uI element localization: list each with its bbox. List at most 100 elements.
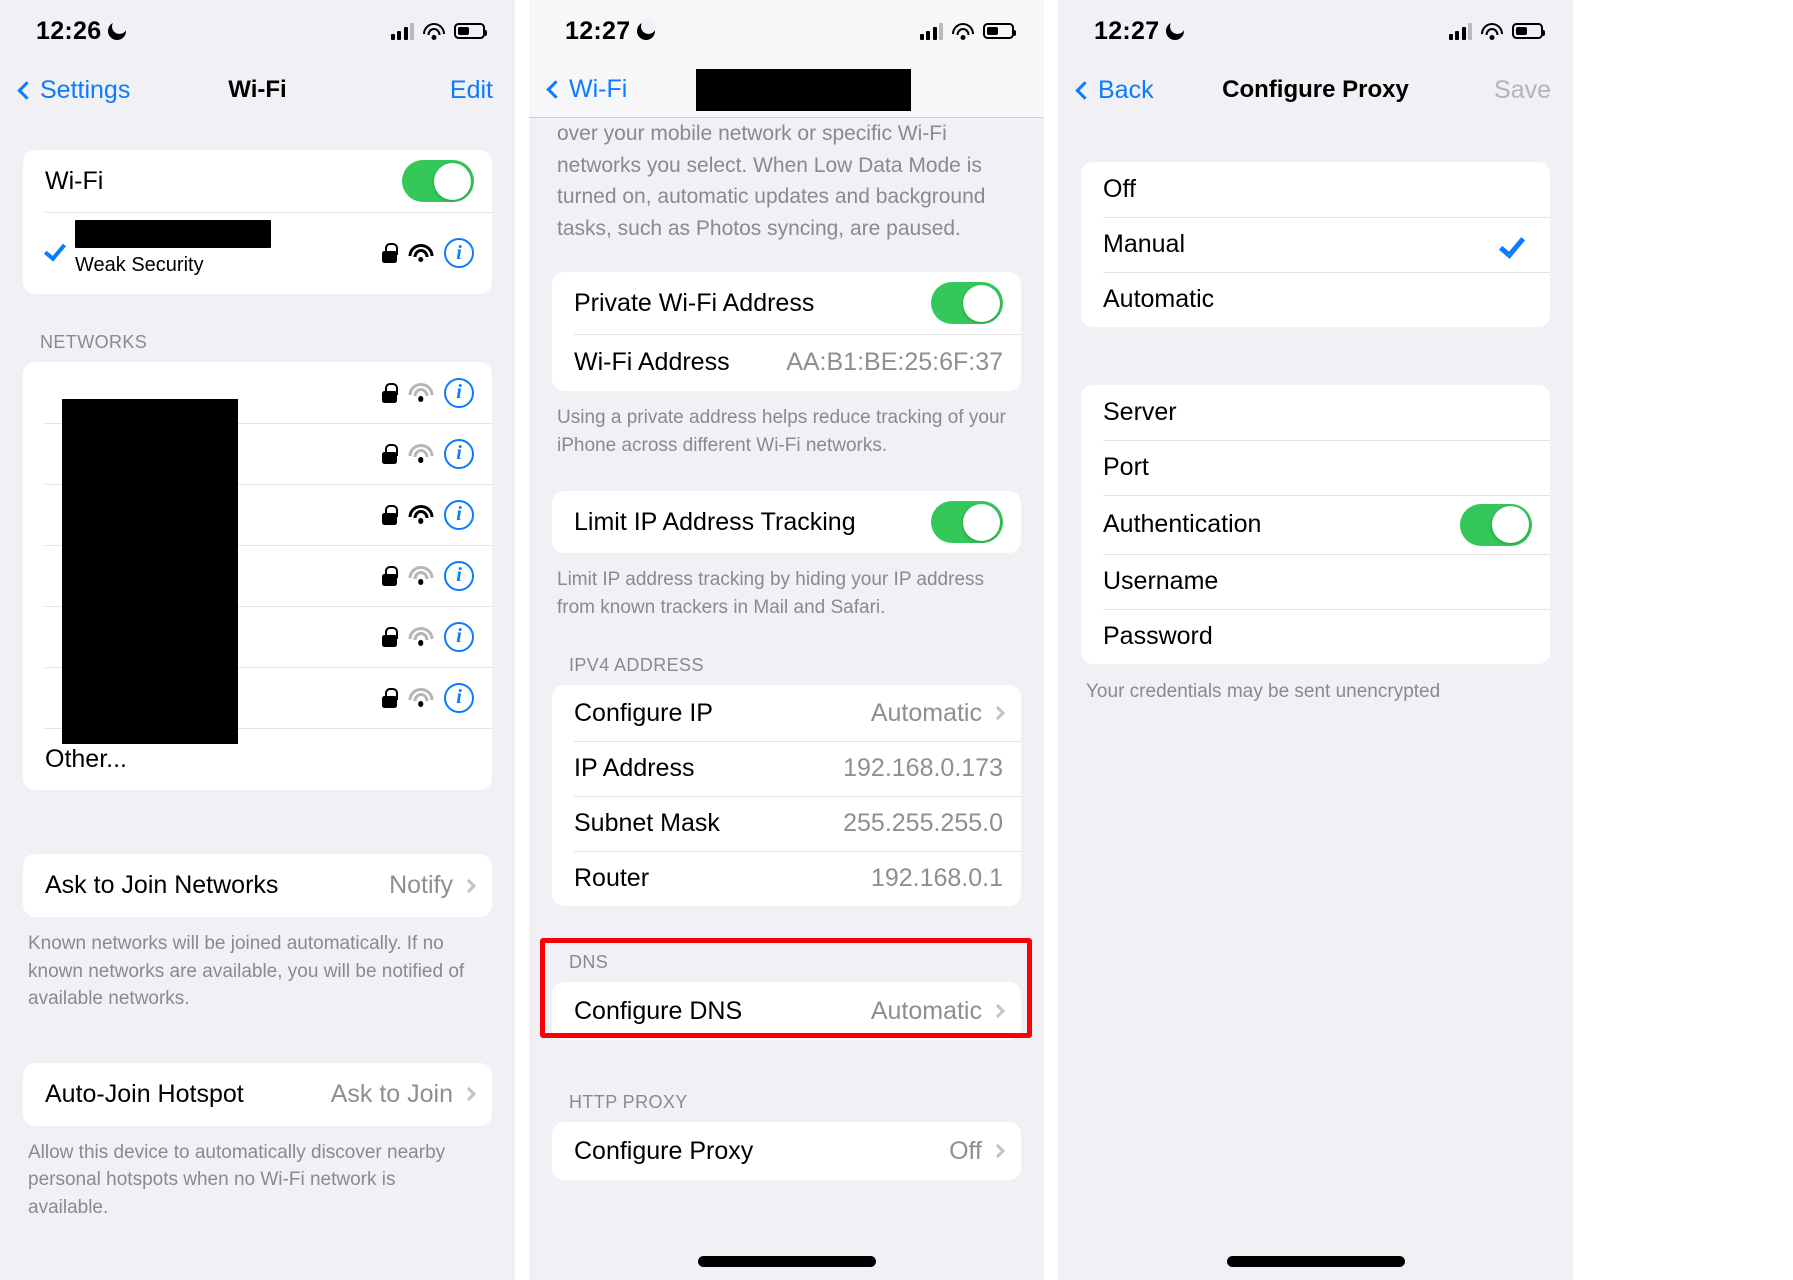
proxy-mode-group: Off Manual Automatic: [1081, 162, 1550, 327]
wifi-toggle-row[interactable]: Wi-Fi: [23, 150, 492, 212]
port-field-row[interactable]: Port: [1081, 440, 1550, 495]
cellular-bars-icon: [390, 22, 414, 40]
info-icon[interactable]: i: [444, 560, 474, 591]
proxy-fields-group: Server Port Authentication Username Pass…: [1081, 385, 1550, 664]
limit-ip-tracking-row[interactable]: Limit IP Address Tracking: [552, 491, 1021, 553]
info-icon[interactable]: i: [444, 682, 474, 713]
chevron-right-icon: [461, 878, 477, 893]
back-button-label: Wi-Fi: [569, 75, 628, 103]
configure-ip-row[interactable]: Configure IP Automatic: [552, 685, 1021, 741]
dns-section-header: DNS: [569, 952, 609, 973]
scroll-content: over your mobile network or specific Wi-…: [529, 118, 1044, 1280]
back-button-label: Settings: [40, 75, 131, 104]
configure-proxy-value: Off: [949, 1136, 982, 1165]
port-field-label: Port: [1103, 453, 1149, 481]
cellular-bars-icon: [919, 22, 943, 40]
home-indicator: [1226, 1256, 1405, 1267]
ask-to-join-row[interactable]: Ask to Join Networks Notify: [23, 854, 492, 917]
auto-join-hotspot-label: Auto-Join Hotspot: [45, 1079, 244, 1108]
nav-bar: Settings Wi-Fi Edit: [0, 62, 515, 118]
wifi-address-label: Wi-Fi Address: [574, 348, 730, 376]
chevron-right-icon: [990, 1144, 1006, 1159]
nav-bar: Back Configure Proxy Save: [1058, 62, 1573, 118]
ip-address-value: 192.168.0.173: [843, 754, 1003, 783]
http-proxy-group: Configure Proxy Off: [552, 1122, 1021, 1181]
battery-icon: [454, 23, 487, 39]
back-button-wifi[interactable]: Wi-Fi: [543, 75, 627, 104]
back-button[interactable]: Back: [1072, 76, 1154, 105]
auto-join-hotspot-footnote: Allow this device to automatically disco…: [28, 1141, 446, 1218]
authentication-row[interactable]: Authentication: [1081, 495, 1550, 554]
chevron-right-icon: [990, 706, 1006, 721]
network-names-redaction: [62, 399, 238, 744]
status-bar-left: 12:27: [565, 17, 657, 46]
wifi-toggle[interactable]: [402, 160, 474, 202]
info-icon[interactable]: i: [444, 499, 474, 530]
status-bar-right: [1448, 22, 1545, 40]
ip-address-row: IP Address 192.168.0.173: [552, 741, 1021, 796]
configure-proxy-row[interactable]: Configure Proxy Off: [552, 1122, 1021, 1180]
cellular-bars-icon: [1448, 22, 1472, 40]
ask-to-join-footnote: Known networks will be joined automatica…: [28, 933, 465, 1010]
status-bar: 12:27: [1058, 0, 1573, 62]
configure-dns-row[interactable]: Configure DNS Automatic: [552, 982, 1021, 1040]
info-icon[interactable]: i: [444, 377, 474, 408]
dns-group: Configure DNS Automatic: [552, 982, 1021, 1041]
panel-wifi-list: 12:26 Settings Wi-Fi Edit Wi-Fi Weak Sec…: [0, 0, 515, 1280]
status-bar-right: [390, 22, 487, 40]
proxy-mode-off-label: Off: [1103, 175, 1136, 203]
checkmark-icon: [43, 238, 67, 262]
configure-ip-label: Configure IP: [574, 698, 713, 727]
lock-icon: [382, 443, 398, 464]
nav-bar: Wi-Fi: [529, 62, 1044, 118]
wifi-icon: [423, 22, 445, 40]
lock-icon: [382, 382, 398, 403]
auto-join-hotspot-row[interactable]: Auto-Join Hotspot Ask to Join: [23, 1063, 492, 1126]
router-label: Router: [574, 864, 650, 893]
edit-button[interactable]: Edit: [450, 76, 493, 105]
ask-to-join-group: Ask to Join Networks Notify: [23, 854, 492, 917]
wifi-address-row: Wi-Fi Address AA:B1:BE:25:6F:37: [552, 334, 1021, 391]
save-button[interactable]: Save: [1494, 76, 1551, 105]
lock-icon: [382, 626, 398, 647]
ask-to-join-label: Ask to Join Networks: [45, 871, 279, 899]
limit-ip-tracking-label: Limit IP Address Tracking: [574, 507, 856, 536]
back-button-settings[interactable]: Settings: [14, 76, 130, 105]
password-field-row[interactable]: Password: [1081, 609, 1550, 664]
chevron-left-icon: [1075, 80, 1094, 100]
panel-configure-proxy: 12:27 Back Configure Proxy Save Off Manu…: [1058, 0, 1573, 1280]
network-title-redacted: [696, 69, 911, 111]
panel-divider: [515, 0, 529, 1280]
proxy-mode-off[interactable]: Off: [1081, 162, 1550, 217]
authentication-label: Authentication: [1103, 510, 1262, 538]
ask-to-join-value: Notify: [389, 871, 453, 899]
info-icon[interactable]: i: [444, 438, 474, 469]
username-field-label: Username: [1103, 567, 1219, 595]
private-wifi-address-label: Private Wi-Fi Address: [574, 288, 815, 317]
info-icon[interactable]: i: [444, 238, 474, 268]
clock: 12:26: [36, 16, 102, 45]
proxy-mode-manual-label: Manual: [1103, 230, 1185, 258]
info-icon[interactable]: i: [444, 621, 474, 652]
wifi-signal-icon: [408, 566, 433, 585]
server-field-row[interactable]: Server: [1081, 385, 1550, 440]
connected-network-row[interactable]: Weak Security i: [23, 212, 492, 294]
limit-ip-footnote: Limit IP address tracking by hiding your…: [557, 569, 985, 618]
connected-network-subtitle: Weak Security: [75, 254, 204, 276]
ipv4-section-header: IPV4 ADDRESS: [569, 655, 704, 676]
private-wifi-address-row[interactable]: Private Wi-Fi Address: [552, 272, 1021, 334]
authentication-toggle[interactable]: [1460, 503, 1532, 546]
proxy-mode-automatic[interactable]: Automatic: [1081, 272, 1550, 327]
ipv4-group: Configure IP Automatic IP Address 192.16…: [552, 685, 1021, 907]
wifi-signal-icon: [408, 444, 433, 463]
server-field-label: Server: [1103, 398, 1177, 426]
subnet-mask-value: 255.255.255.0: [843, 809, 1003, 838]
proxy-mode-manual[interactable]: Manual: [1081, 217, 1550, 272]
panel-network-detail: 12:27 Wi-Fi over your mobile network or …: [529, 0, 1044, 1280]
limit-ip-tracking-toggle[interactable]: [931, 501, 1003, 544]
username-field-row[interactable]: Username: [1081, 554, 1550, 609]
lock-icon: [382, 687, 398, 708]
chevron-left-icon: [546, 80, 565, 99]
private-wifi-address-toggle[interactable]: [931, 282, 1003, 324]
wifi-signal-icon: [408, 688, 433, 707]
